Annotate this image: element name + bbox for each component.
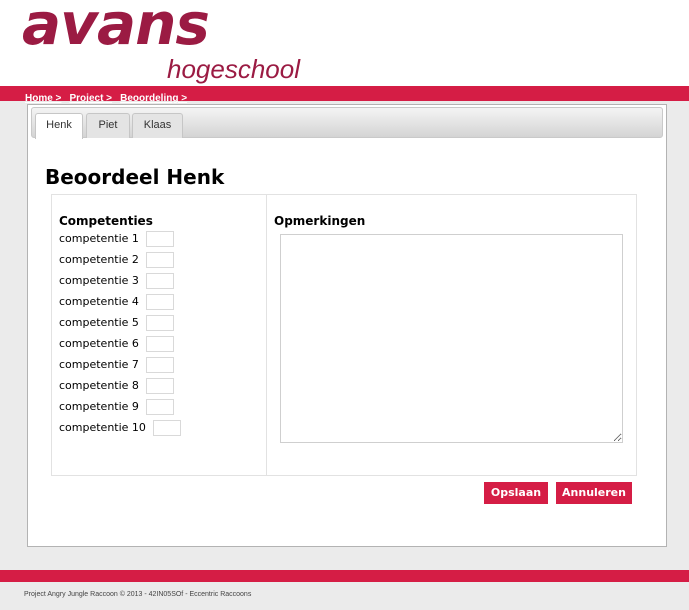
competency-label: competentie 1	[59, 232, 139, 245]
breadcrumb-home-link[interactable]: Home >	[25, 93, 61, 104]
tab-klaas[interactable]: Klaas	[132, 113, 183, 138]
competency-4-input[interactable]	[146, 294, 174, 310]
competency-7-input[interactable]	[146, 357, 174, 373]
competency-1-input[interactable]	[146, 231, 174, 247]
page-title: Beoordeel Henk	[45, 165, 225, 189]
page-header: avans hogeschool	[0, 0, 689, 86]
competency-2-input[interactable]	[146, 252, 174, 268]
cancel-button[interactable]: Annuleren	[556, 482, 632, 504]
competency-5-input[interactable]	[146, 315, 174, 331]
logo-avans: avans	[22, 0, 210, 58]
competencies-column: Competenties competentie 1 competentie 2…	[52, 195, 267, 475]
competency-label: competentie 7	[59, 358, 139, 371]
competency-6-input[interactable]	[146, 336, 174, 352]
competency-label: competentie 5	[59, 316, 139, 329]
remarks-heading: Opmerkingen	[274, 214, 366, 228]
competency-10-input[interactable]	[153, 420, 181, 436]
competency-label: competentie 9	[59, 400, 139, 413]
breadcrumb: Home > Project > Beoordeling >	[0, 86, 689, 104]
breadcrumb-beoordeling-link[interactable]: Beoordeling >	[120, 93, 187, 104]
logo-hogeschool: hogeschool	[167, 54, 300, 84]
main-panel: Henk Piet Klaas Beoordeel Henk Competent…	[27, 104, 667, 547]
tab-piet[interactable]: Piet	[86, 113, 130, 138]
competency-label: competentie 4	[59, 295, 139, 308]
assessment-form: Competenties competentie 1 competentie 2…	[51, 194, 637, 476]
competencies-heading: Competenties	[59, 214, 153, 228]
competency-label: competentie 6	[59, 337, 139, 350]
competency-8-input[interactable]	[146, 378, 174, 394]
competency-3-input[interactable]	[146, 273, 174, 289]
breadcrumb-project-link[interactable]: Project >	[70, 93, 113, 104]
competency-label: competentie 3	[59, 274, 139, 287]
footer-bar	[0, 570, 689, 582]
competency-label: competentie 2	[59, 253, 139, 266]
footer-text: Project Angry Jungle Raccoon © 2013 - 42…	[24, 591, 252, 598]
competency-label: competentie 8	[59, 379, 139, 392]
competency-9-input[interactable]	[146, 399, 174, 415]
competency-label: competentie 10	[59, 421, 146, 434]
remarks-textarea[interactable]	[280, 234, 623, 443]
save-button[interactable]: Opslaan	[484, 482, 548, 504]
tab-bar: Henk Piet Klaas	[31, 107, 663, 139]
tab-henk[interactable]: Henk	[35, 113, 83, 139]
